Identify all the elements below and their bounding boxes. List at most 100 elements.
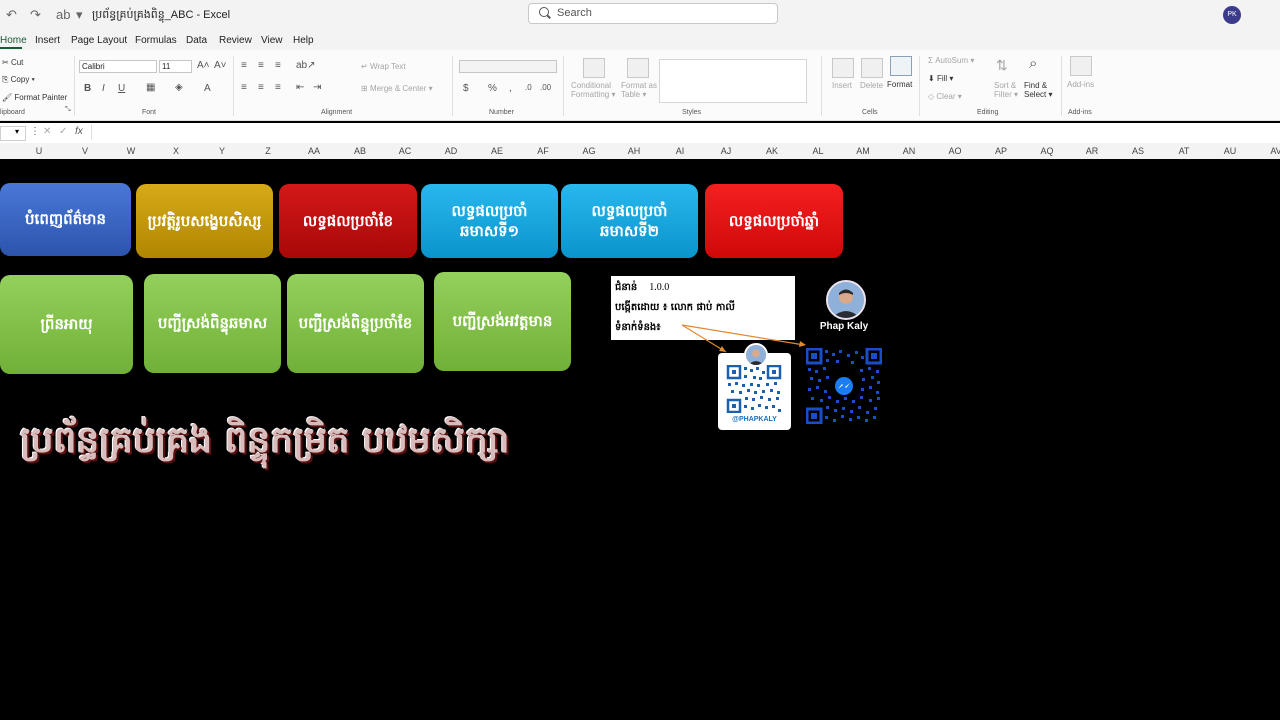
merge-center-button[interactable]: ⊞ Merge & Center ▾ xyxy=(361,84,433,93)
formula-input[interactable] xyxy=(91,125,1280,140)
shrink-font-icon[interactable]: A˅ xyxy=(214,60,227,71)
dialog-launcher-icon[interactable]: ⤡ xyxy=(65,106,71,114)
align-top-icon[interactable]: ≡ xyxy=(241,60,247,71)
conditional-formatting-button[interactable]: Conditional Formatting ▾ xyxy=(571,81,615,99)
font-color-icon[interactable]: A xyxy=(204,83,211,94)
semester2-result-button[interactable]: លទ្ធផលប្រចាំឆមាសទី២ xyxy=(561,184,698,258)
column-header[interactable]: AI xyxy=(665,146,695,156)
column-header[interactable]: X xyxy=(161,146,191,156)
bold-icon[interactable]: B xyxy=(84,83,91,94)
undo-icon[interactable]: ↶ xyxy=(6,7,17,23)
column-header[interactable]: AB xyxy=(345,146,375,156)
column-header[interactable]: V xyxy=(70,146,100,156)
print-age-button[interactable]: ព្រីនអាយុ xyxy=(0,275,133,374)
strikethrough-icon[interactable]: ab xyxy=(56,7,70,22)
tab-help[interactable]: Help xyxy=(293,35,314,46)
column-header[interactable]: AN xyxy=(894,146,924,156)
increase-indent-icon[interactable]: ⇥ xyxy=(313,82,321,93)
underline-icon[interactable]: U xyxy=(118,83,125,94)
column-header[interactable]: AQ xyxy=(1032,146,1062,156)
decrease-indent-icon[interactable]: ⇤ xyxy=(296,82,304,93)
column-header[interactable]: Z xyxy=(253,146,283,156)
column-header[interactable]: AH xyxy=(619,146,649,156)
student-profile-button[interactable]: ប្រវត្តិរូបសង្ខេបសិស្ស xyxy=(136,184,273,258)
column-header[interactable]: AT xyxy=(1169,146,1199,156)
sort-filter-button[interactable]: Sort & Filter ▾ xyxy=(994,81,1018,99)
tab-home[interactable]: Home xyxy=(0,35,27,46)
column-header[interactable]: U xyxy=(24,146,54,156)
font-size-select[interactable]: 11 xyxy=(159,60,192,73)
align-center-icon[interactable]: ≡ xyxy=(258,82,264,93)
column-header[interactable]: AU xyxy=(1215,146,1245,156)
tab-page-layout[interactable]: Page Layout xyxy=(71,35,127,46)
column-header[interactable]: AF xyxy=(528,146,558,156)
fill-color-icon[interactable]: ◈ xyxy=(175,82,183,93)
tab-data[interactable]: Data xyxy=(186,35,207,46)
fill-button[interactable]: ⬇ Fill ▾ xyxy=(928,74,953,83)
cancel-icon[interactable]: ✕ xyxy=(43,126,51,137)
currency-icon[interactable]: $ xyxy=(463,83,469,94)
number-format-select[interactable] xyxy=(459,60,557,73)
monthly-score-list-button[interactable]: បញ្ជីស្រង់ពិន្ទុប្រចាំខែ xyxy=(287,274,424,373)
cell-styles-gallery[interactable] xyxy=(659,59,807,103)
column-header[interactable]: W xyxy=(116,146,146,156)
comma-icon[interactable]: , xyxy=(509,83,512,94)
column-header[interactable]: AG xyxy=(574,146,604,156)
search-box[interactable]: Search xyxy=(528,3,778,24)
tab-formulas[interactable]: Formulas xyxy=(135,35,177,46)
column-header[interactable]: Y xyxy=(207,146,237,156)
find-select-button[interactable]: Find & Select ▾ xyxy=(1024,81,1052,99)
grow-font-icon[interactable]: A˄ xyxy=(197,60,210,71)
align-left-icon[interactable]: ≡ xyxy=(241,82,247,93)
copy-button[interactable]: ⎘ Copy ▾ xyxy=(2,75,35,85)
tab-view[interactable]: View xyxy=(261,35,283,46)
redo-icon[interactable]: ↷ xyxy=(30,7,41,23)
increase-decimal-icon[interactable]: .0 xyxy=(525,83,532,92)
tab-insert[interactable]: Insert xyxy=(35,35,60,46)
format-cells-button[interactable]: Format xyxy=(887,80,912,89)
decrease-decimal-icon[interactable]: .00 xyxy=(540,83,551,92)
tab-review[interactable]: Review xyxy=(219,35,252,46)
semester1-result-button[interactable]: លទ្ធផលប្រចាំឆមាសទី១ xyxy=(421,184,558,258)
percent-icon[interactable]: % xyxy=(488,83,497,94)
align-bottom-icon[interactable]: ≡ xyxy=(275,60,281,71)
clear-button[interactable]: ◇ Clear ▾ xyxy=(928,92,962,101)
insert-cells-button[interactable]: Insert xyxy=(832,81,852,90)
column-header[interactable]: AK xyxy=(757,146,787,156)
column-header[interactable]: AR xyxy=(1077,146,1107,156)
cut-button[interactable]: ✂ Cut xyxy=(2,58,23,67)
autosum-button[interactable]: Σ AutoSum ▾ xyxy=(928,56,974,65)
fill-info-button[interactable]: បំពេញព័ត៌មាន xyxy=(0,183,131,256)
align-middle-icon[interactable]: ≡ xyxy=(258,60,264,71)
column-header[interactable]: AM xyxy=(848,146,878,156)
monthly-result-button[interactable]: លទ្ធផលប្រចាំខែ xyxy=(279,184,417,258)
format-as-table-button[interactable]: Format as Table ▾ xyxy=(621,81,657,99)
column-header[interactable]: AC xyxy=(390,146,420,156)
align-right-icon[interactable]: ≡ xyxy=(275,82,281,93)
delete-cells-button[interactable]: Delete xyxy=(860,81,883,90)
add-ins-button[interactable]: Add-ins xyxy=(1067,80,1094,89)
borders-icon[interactable]: ▦ xyxy=(146,82,155,93)
annual-result-button[interactable]: លទ្ធផលប្រចាំឆ្នាំ xyxy=(705,184,843,258)
column-header[interactable]: AV xyxy=(1261,146,1280,156)
orientation-icon[interactable]: ab↗ xyxy=(296,60,316,71)
column-header[interactable]: AD xyxy=(436,146,466,156)
absence-list-button[interactable]: បញ្ជីស្រង់អវត្តមាន xyxy=(434,272,571,371)
column-header[interactable]: AA xyxy=(299,146,329,156)
insert-function-icon[interactable]: fx xyxy=(75,126,83,137)
font-family-select[interactable]: Calibri xyxy=(79,60,157,73)
name-box[interactable]: ▾ xyxy=(0,126,26,141)
format-painter-button[interactable]: 🖌 Format Painter xyxy=(2,93,67,102)
column-header[interactable]: AE xyxy=(482,146,512,156)
column-header[interactable]: AL xyxy=(803,146,833,156)
column-header[interactable]: AO xyxy=(940,146,970,156)
italic-icon[interactable]: I xyxy=(102,83,105,94)
user-avatar[interactable]: PK xyxy=(1223,6,1241,24)
column-header[interactable]: AP xyxy=(986,146,1016,156)
customize-toolbar-icon[interactable]: ▾ xyxy=(76,7,83,23)
wrap-text-button[interactable]: ↵ Wrap Text xyxy=(361,62,406,71)
semester-score-list-button[interactable]: បញ្ជីស្រង់ពិន្ទុឆមាស xyxy=(144,274,281,373)
enter-icon[interactable]: ✓ xyxy=(59,126,67,137)
column-header[interactable]: AJ xyxy=(711,146,741,156)
column-header[interactable]: AS xyxy=(1123,146,1153,156)
